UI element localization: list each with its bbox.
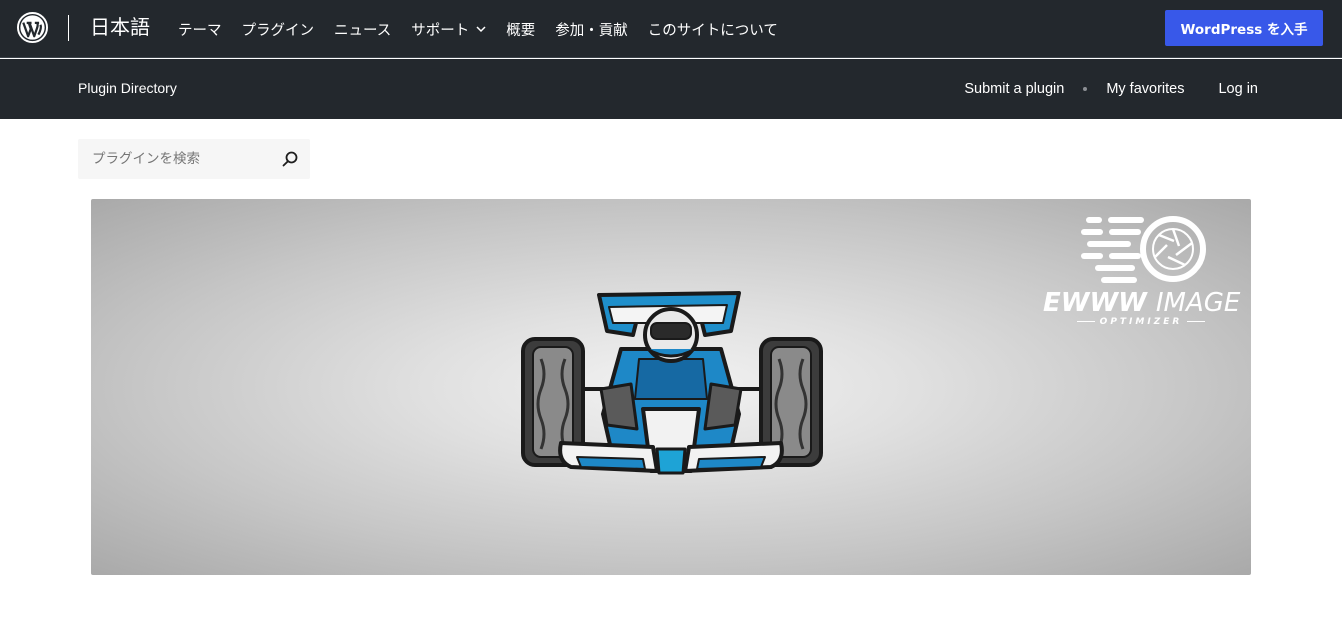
header-divider: [68, 15, 69, 41]
get-wordpress-button[interactable]: WordPress を入手: [1165, 10, 1323, 46]
nav-item-themes[interactable]: テーマ: [178, 19, 222, 40]
nav-label: プラグイン: [241, 22, 315, 39]
nav-item-plugins[interactable]: プラグイン: [242, 19, 315, 40]
brand-name-light: IMAGE: [1155, 288, 1241, 318]
nav-label: このサイトについて: [647, 22, 778, 39]
global-header: 日本語 テーマ プラグイン ニュース サポート 概要 参加・貢献 このサイトにつ…: [0, 0, 1342, 58]
brand-tagline-text: OPTIMIZER: [1099, 317, 1183, 327]
nav-label: 概要: [506, 22, 536, 39]
nav-item-support[interactable]: サポート: [411, 19, 486, 40]
search-icon[interactable]: [281, 150, 299, 168]
main-nav: テーマ プラグイン ニュース サポート 概要 参加・貢献 このサイトについて: [178, 0, 798, 58]
submit-plugin-link[interactable]: Submit a plugin: [964, 81, 1064, 97]
wordpress-logo-icon[interactable]: [17, 12, 48, 43]
brand-name: EWWW IMAGE: [1043, 288, 1240, 318]
nav-label: ニュース: [334, 22, 392, 39]
login-link[interactable]: Log in: [1218, 81, 1258, 97]
separator-dot: [1083, 87, 1088, 91]
plugin-directory-link[interactable]: Plugin Directory: [78, 80, 177, 96]
nav-item-news[interactable]: ニュース: [334, 19, 391, 40]
nav-label: 参加・貢献: [555, 22, 628, 39]
chevron-down-icon: [476, 26, 486, 33]
local-nav: Plugin Directory Submit a plugin My favo…: [0, 59, 1342, 119]
plugin-banner: EWWW IMAGE OPTIMIZER: [91, 199, 1251, 575]
nav-label: サポート: [411, 22, 470, 39]
local-nav-links: Submit a plugin My favorites Log in: [964, 59, 1258, 119]
race-car: [521, 291, 823, 475]
locale-label[interactable]: 日本語: [90, 14, 150, 40]
nav-item-about[interactable]: 概要: [506, 19, 535, 40]
brand-name-bold: EWWW: [1043, 288, 1147, 318]
plugin-search: [78, 139, 310, 179]
nav-item-about-site[interactable]: このサイトについて: [648, 19, 778, 40]
nav-item-get-involved[interactable]: 参加・貢献: [555, 19, 628, 40]
nav-label: テーマ: [178, 22, 222, 39]
search-input[interactable]: [78, 139, 268, 179]
ewww-logo-icon: [1081, 216, 1206, 283]
brand-tagline: OPTIMIZER: [1071, 317, 1211, 327]
race-car-illustration: [521, 216, 1206, 475]
my-favorites-link[interactable]: My favorites: [1106, 81, 1184, 97]
